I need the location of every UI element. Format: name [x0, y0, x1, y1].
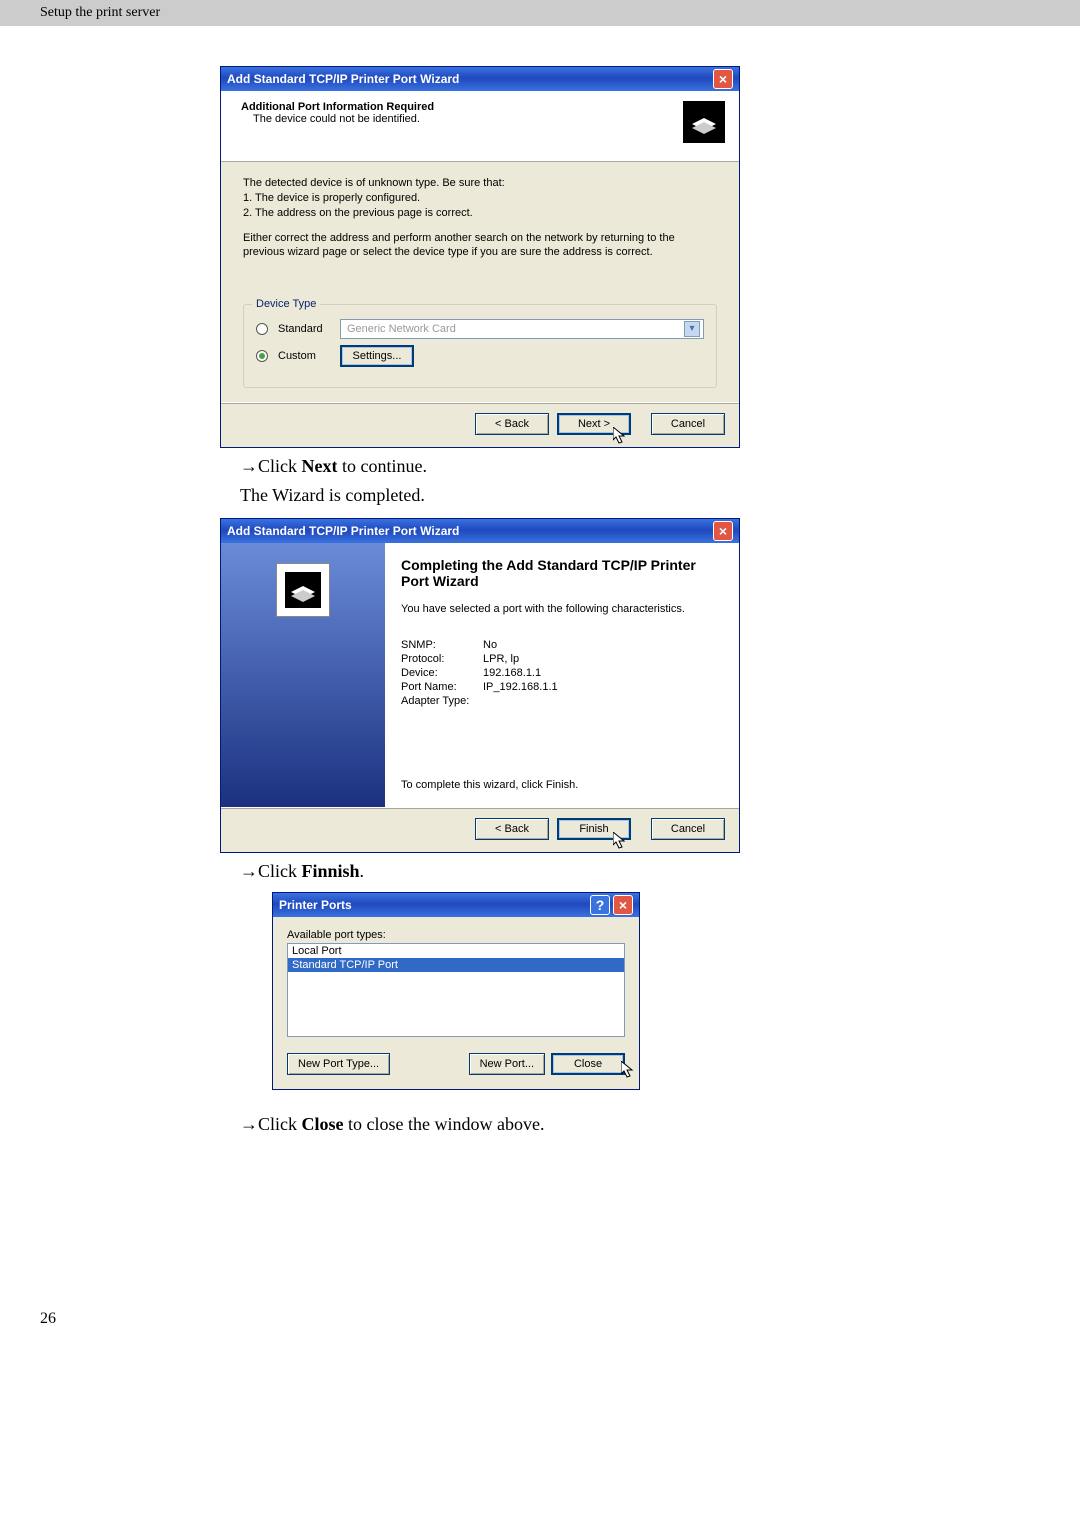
- instruction: →Click Finnish.: [240, 861, 1020, 882]
- title-text: Add Standard TCP/IP Printer Port Wizard: [227, 524, 459, 538]
- chevron-down-icon: ▾: [684, 321, 700, 337]
- dialog-heading: Additional Port Information Required: [241, 101, 434, 113]
- dialog-subheading: The device could not be identified.: [241, 113, 434, 125]
- page-header-title: Setup the print server: [40, 5, 160, 21]
- group-legend: Device Type: [252, 297, 320, 312]
- side-art: [221, 543, 385, 807]
- body-paragraph: Either correct the address and perform a…: [243, 231, 717, 261]
- help-icon[interactable]: ?: [590, 895, 610, 915]
- titlebar[interactable]: Add Standard TCP/IP Printer Port Wizard …: [221, 519, 739, 543]
- radio-standard-label[interactable]: Standard: [278, 322, 330, 337]
- table-row: SNMP:No: [401, 639, 723, 651]
- instruction: →Click Close to close the window above.: [240, 1114, 1020, 1135]
- title-text: Printer Ports: [279, 898, 352, 912]
- dialog-add-port-info: Add Standard TCP/IP Printer Port Wizard …: [220, 66, 740, 448]
- body-line: 1. The device is properly configured.: [243, 191, 717, 206]
- list-item[interactable]: Local Port: [288, 944, 624, 958]
- back-button[interactable]: < Back: [475, 413, 549, 435]
- device-type-dropdown: Generic Network Card ▾: [340, 319, 704, 339]
- radio-custom-label[interactable]: Custom: [278, 349, 330, 364]
- table-row: Device:192.168.1.1: [401, 667, 723, 679]
- dialog-completing-wizard: Add Standard TCP/IP Printer Port Wizard …: [220, 518, 740, 853]
- close-button[interactable]: Close: [551, 1053, 625, 1075]
- titlebar[interactable]: Add Standard TCP/IP Printer Port Wizard …: [221, 67, 739, 91]
- new-port-type-button[interactable]: New Port Type...: [287, 1053, 390, 1075]
- dialog-printer-ports: Printer Ports ? × Available port types: …: [272, 892, 640, 1090]
- close-icon[interactable]: ×: [713, 69, 733, 89]
- cursor-icon: [613, 832, 627, 850]
- body-line: The detected device is of unknown type. …: [243, 176, 717, 191]
- close-icon[interactable]: ×: [613, 895, 633, 915]
- table-row: Protocol:LPR, lp: [401, 653, 723, 665]
- radio-standard[interactable]: [256, 323, 268, 335]
- available-ports-label: Available port types:: [287, 929, 625, 941]
- printer-icon: [683, 101, 725, 143]
- page-header: Setup the print server: [0, 0, 1080, 26]
- instruction: The Wizard is completed.: [240, 485, 1020, 506]
- close-icon[interactable]: ×: [713, 521, 733, 541]
- title-text: Add Standard TCP/IP Printer Port Wizard: [227, 72, 459, 86]
- radio-custom[interactable]: [256, 350, 268, 362]
- completion-title: Completing the Add Standard TCP/IP Print…: [401, 557, 723, 589]
- instruction: →Click Next to continue.: [240, 456, 1020, 477]
- cancel-button[interactable]: Cancel: [651, 413, 725, 435]
- body-line: 2. The address on the previous page is c…: [243, 206, 717, 221]
- dropdown-value: Generic Network Card: [347, 322, 456, 337]
- printer-icon: [276, 563, 330, 617]
- back-button[interactable]: < Back: [475, 818, 549, 840]
- port-type-list[interactable]: Local Port Standard TCP/IP Port: [287, 943, 625, 1037]
- table-row: Adapter Type:: [401, 695, 723, 707]
- new-port-button[interactable]: New Port...: [469, 1053, 545, 1075]
- titlebar[interactable]: Printer Ports ? ×: [273, 893, 639, 917]
- cursor-icon: [621, 1061, 635, 1079]
- completion-intro: You have selected a port with the follow…: [401, 603, 723, 615]
- page-number: 26: [40, 1310, 56, 1328]
- cancel-button[interactable]: Cancel: [651, 818, 725, 840]
- settings-button[interactable]: Settings...: [340, 345, 414, 367]
- list-item[interactable]: Standard TCP/IP Port: [288, 958, 624, 972]
- cursor-icon: [613, 427, 627, 445]
- finish-hint: To complete this wizard, click Finish.: [401, 779, 723, 791]
- table-row: Port Name:IP_192.168.1.1: [401, 681, 723, 693]
